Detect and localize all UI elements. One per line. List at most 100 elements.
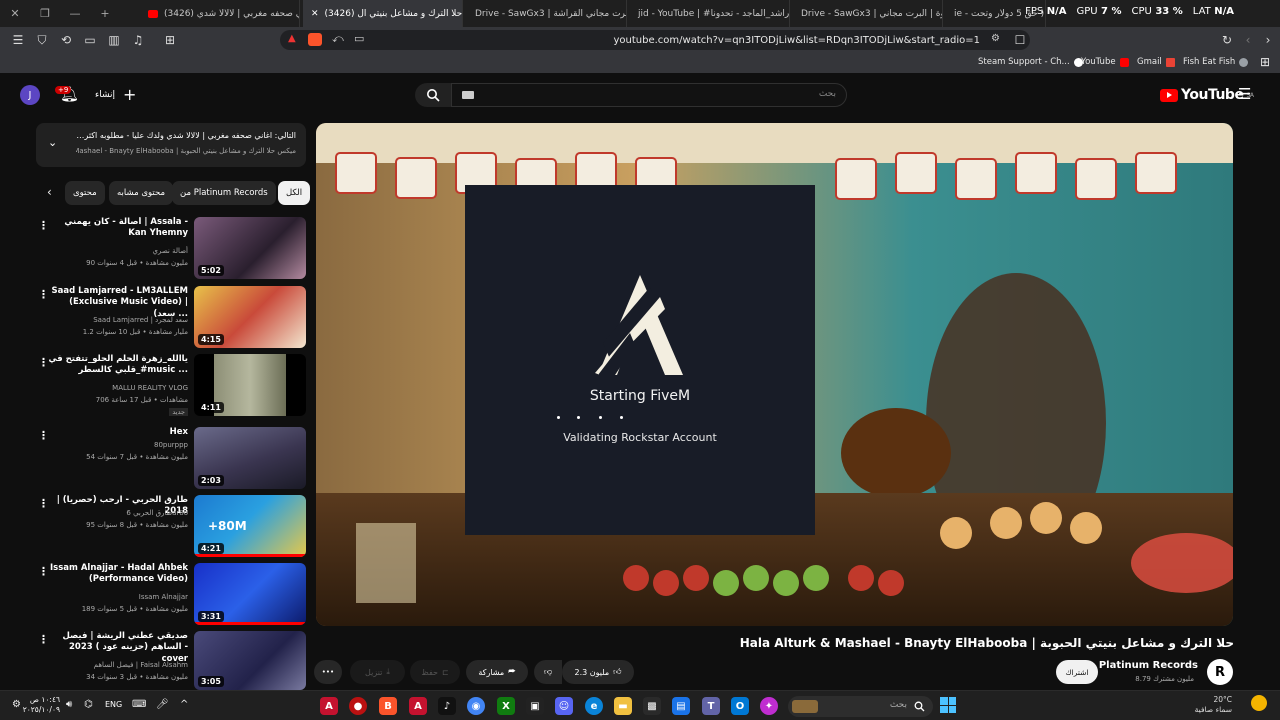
channel-name[interactable]: طارق الحربي 6ar8o: [126, 509, 188, 517]
app-tiktok-icon[interactable]: ♪: [438, 697, 456, 715]
app-multicolor-icon[interactable]: ●: [349, 697, 367, 715]
tab-active[interactable]: ✕ (3426) حلا الترك و مشاعل بنيتي ال: [303, 0, 463, 27]
list-item[interactable]: 5:02 أصالة - كان يهمني | Assala - Kan Yh…: [30, 217, 306, 279]
channel-name[interactable]: MALLU REALITY VLOG: [112, 384, 188, 392]
keyboard-icon[interactable]: [462, 91, 474, 99]
chip-from-channel[interactable]: من Platinum Records: [172, 181, 276, 205]
restore-window-button[interactable]: ❐: [30, 7, 60, 20]
volume-icon[interactable]: 🔊︎: [66, 699, 72, 710]
app-outlook-icon[interactable]: O: [731, 697, 749, 715]
chip-related[interactable]: محتوى مشابه: [109, 181, 173, 205]
video-thumbnail[interactable]: 4:15: [194, 286, 306, 348]
chip-content[interactable]: محتوى: [65, 181, 105, 205]
wallet-icon[interactable]: ▭: [80, 30, 100, 50]
forward-icon[interactable]: ‹: [1238, 30, 1258, 50]
share-page-icon[interactable]: ⤺: [332, 32, 344, 46]
chevron-down-icon[interactable]: ⌄: [48, 136, 57, 149]
network-icon[interactable]: ⌬: [84, 699, 93, 710]
bookmark-icon[interactable]: ☐: [1010, 30, 1030, 50]
more-actions-icon[interactable]: ⋮: [38, 288, 49, 301]
video-thumbnail[interactable]: 4:11: [194, 354, 306, 416]
app-xbox-icon[interactable]: X: [497, 697, 515, 715]
tab-search-icon[interactable]: ⊞: [160, 30, 180, 50]
guide-menu-icon[interactable]: ☰: [1238, 85, 1251, 103]
more-actions-icon[interactable]: ⋮: [38, 497, 49, 510]
start-button[interactable]: [940, 697, 956, 713]
video-thumbnail[interactable]: 3:05: [194, 631, 306, 690]
more-actions-icon[interactable]: ⋮: [38, 429, 49, 442]
input-language[interactable]: ENG: [105, 700, 122, 709]
channel-avatar[interactable]: R: [1207, 659, 1233, 685]
bookmark-gmail[interactable]: Gmail: [1137, 57, 1175, 67]
like-button[interactable]: 2.3 مليون 👍︎: [562, 660, 634, 684]
chevron-left-icon[interactable]: ‹: [47, 185, 52, 199]
tab[interactable]: (3426) اغاني صحفه مغربي | لالالا شدي: [140, 0, 300, 27]
bookmark-youtube[interactable]: YouTube: [1081, 57, 1129, 67]
url-text[interactable]: youtube.com/watch?v=qn3ITODjLiw&list=RDq…: [614, 35, 981, 46]
more-actions-icon[interactable]: ⋮: [38, 356, 49, 369]
site-settings-icon[interactable]: ⚙: [991, 33, 1000, 44]
app-copilot-icon[interactable]: ✦: [760, 697, 778, 715]
channel-name[interactable]: Platinum Records: [1099, 660, 1198, 671]
video-thumbnail[interactable]: 2:03: [194, 427, 306, 489]
video-title[interactable]: Hex: [48, 427, 188, 438]
list-item[interactable]: 2:03 Hex 80purppp 54 مليون مشاهدة • قبل …: [30, 427, 306, 489]
app-teams-icon[interactable]: T: [702, 697, 720, 715]
close-window-button[interactable]: ✕: [0, 7, 30, 20]
app-explorer-icon[interactable]: ▬: [614, 697, 632, 715]
channel-name[interactable]: أصالة نصري: [153, 247, 189, 255]
list-item[interactable]: 4:11 ياالله_زهرة الحلم الحلو_تتفتح في قل…: [30, 354, 306, 416]
list-item[interactable]: +80M 4:21 طارق الحربي - ارحب (حصرياً) | …: [30, 495, 306, 557]
more-actions-icon[interactable]: ⋮: [38, 219, 49, 232]
history-icon[interactable]: ⟲: [56, 30, 76, 50]
video-thumbnail[interactable]: +80M 4:21: [194, 495, 306, 557]
tab[interactable]: Drive - SawGx3 | القطوة | البرت مجاني: [793, 0, 943, 27]
list-item[interactable]: 3:31 Issam Alnajjar - Hadal Ahbek (Perfo…: [30, 563, 306, 625]
new-tab-button[interactable]: +: [90, 7, 120, 20]
more-actions-icon[interactable]: ⋮: [38, 633, 49, 646]
save-button[interactable]: حفظ ⊏: [410, 660, 460, 684]
channel-name[interactable]: فيصل الساهم | Faisal Alsahm: [94, 661, 188, 669]
app-brave-icon[interactable]: B: [379, 697, 397, 715]
video-thumbnail[interactable]: 5:02: [194, 217, 306, 279]
bookmark-fish-eat-fish[interactable]: Fish Eat Fish: [1183, 57, 1249, 67]
app-epic-icon[interactable]: ▣: [526, 697, 544, 715]
system-clock[interactable]: ١٠:٤٦ ص ٢٠٢٥/١٠/٠٩: [20, 695, 60, 715]
video-title[interactable]: Issam Alnajjar - Hadal Ahbek (Performanc…: [48, 563, 188, 586]
app-fivem-icon[interactable]: A: [409, 697, 427, 715]
tab[interactable]: Drive - SawGx3 | البرت مجاني القراشة: [467, 0, 627, 27]
tab[interactable]: jid - YouTube | #راشد_الماجد - تحدونا: [630, 0, 790, 27]
music-icon[interactable]: ♫: [128, 30, 148, 50]
close-tab-icon[interactable]: ✕: [311, 9, 319, 19]
subscribe-button[interactable]: اشتراك: [1056, 660, 1098, 684]
notification-center-icon[interactable]: ⚙: [12, 699, 21, 710]
brave-rewards-icon[interactable]: ▲: [288, 33, 296, 44]
list-item[interactable]: 4:15 Saad Lamjarred - LM3ALLEM (Exclusiv…: [30, 286, 306, 348]
app-nvidia-icon[interactable]: ▩: [643, 697, 661, 715]
dislike-button[interactable]: 👎︎: [534, 660, 562, 684]
keyboard-icon[interactable]: ⌨: [132, 699, 146, 710]
channel-name[interactable]: Issam Alnajjar: [139, 593, 188, 601]
app-edge-icon[interactable]: e: [585, 697, 603, 715]
all-bookmarks-icon[interactable]: ⊞: [1260, 55, 1270, 69]
create-button[interactable]: إنشاء +: [95, 85, 136, 104]
brave-shields-icon[interactable]: [308, 33, 322, 46]
channel-name[interactable]: Saad Lamjarred | سعد لمجرد: [93, 316, 188, 324]
shield-icon[interactable]: ⛉: [32, 30, 52, 50]
taskbar-search-input[interactable]: بحث: [788, 696, 933, 717]
video-title[interactable]: ياالله_زهرة الحلم الحلو_تتفتح في قلبي كا…: [48, 354, 188, 377]
avatar[interactable]: J: [20, 85, 40, 105]
address-bar[interactable]: ▲ ⤺ ▭ youtube.com/watch?v=qn3ITODjLiw&li…: [280, 30, 1030, 50]
channel-name[interactable]: 80purppp: [154, 441, 188, 449]
weather-widget[interactable]: 20°C سماء صافية: [1195, 695, 1232, 715]
menu-icon[interactable]: ☰: [8, 30, 28, 50]
search-input[interactable]: بحث: [451, 83, 847, 107]
mix-playlist-panel[interactable]: التالي: اغاني صحفه مغربي | لالالا شدي ول…: [36, 123, 306, 167]
video-title[interactable]: أصالة - كان يهمني | Assala - Kan Yhemny: [48, 217, 188, 240]
list-item[interactable]: 3:05 صديقي عطني الريشة | فيصل الساهم (حز…: [30, 631, 306, 690]
search-button[interactable]: [415, 83, 451, 107]
back-icon[interactable]: ›: [1258, 30, 1278, 50]
microphone-icon[interactable]: 🎤︎: [156, 699, 169, 710]
app-store-icon[interactable]: ▤: [672, 697, 690, 715]
video-thumbnail[interactable]: 3:31: [194, 563, 306, 625]
